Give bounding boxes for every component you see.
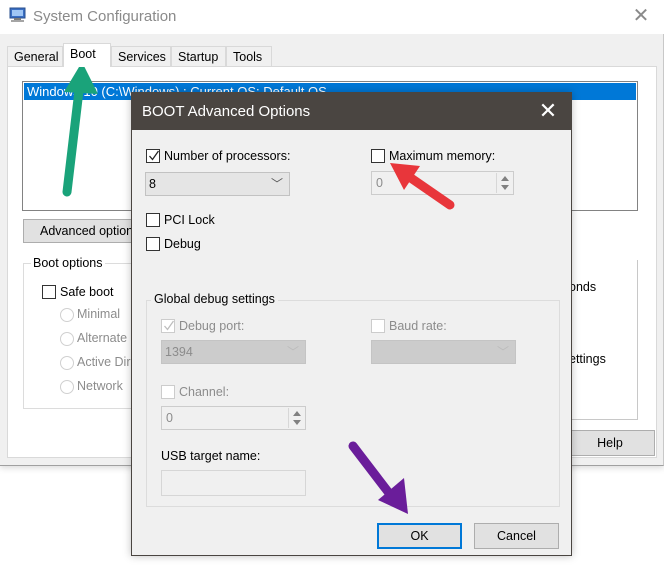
chevron-down-icon: ﹀ [496,345,509,359]
boot-options-legend: Boot options [31,256,105,270]
spin-down-icon[interactable] [293,420,301,425]
maximum-memory-value: 0 [376,176,383,190]
make-permanent-label: ettings [569,352,606,366]
number-of-processors-dropdown[interactable]: 8 ﹀ [145,172,290,196]
timeout-seconds-label: onds [569,280,597,294]
channel-spinbox[interactable]: 0 [161,406,306,430]
baud-rate-checkbox[interactable]: Baud rate: [371,318,447,333]
maximum-memory-label: Maximum memory: [389,148,496,163]
maximum-memory-spinbox[interactable]: 0 [371,171,514,195]
tab-startup[interactable]: Startup [171,46,226,66]
checkbox-box[interactable] [371,148,385,163]
checkmark-icon [149,150,159,161]
usb-target-name-label: USB target name: [161,449,261,463]
ok-button[interactable]: OK [377,523,462,549]
pci-lock-checkbox[interactable]: PCI Lock [146,212,215,227]
tab-services[interactable]: Services [111,46,171,66]
dialog-title: BOOT Advanced Options [142,103,311,120]
checkbox-box[interactable] [146,212,160,227]
radio-minimal[interactable]: Minimal [60,307,120,322]
baud-rate-dropdown[interactable]: ﹀ [371,340,516,364]
checkbox-box[interactable] [161,318,175,333]
checkmark-icon [164,320,174,331]
channel-checkbox[interactable]: Channel: [161,384,229,399]
window-close-button[interactable]: ✕ [626,4,656,28]
tab-general[interactable]: General [7,46,63,66]
radio-network[interactable]: Network [60,379,123,394]
debug-label: Debug [164,236,201,251]
help-button[interactable]: Help [565,430,655,456]
dialog-close-button[interactable]: ✕ [532,97,564,125]
number-of-processors-checkbox[interactable]: Number of processors: [146,148,290,163]
boot-advanced-options-dialog: BOOT Advanced Options ✕ Number of proces… [131,92,572,556]
dialog-titlebar: BOOT Advanced Options ✕ [132,93,571,130]
spin-up-icon[interactable] [293,411,301,416]
channel-value: 0 [166,411,173,425]
tab-tools[interactable]: Tools [226,46,272,66]
debug-port-value: 1394 [165,345,193,359]
spin-up-icon[interactable] [501,176,509,181]
close-icon: ✕ [632,5,650,27]
checkbox-box[interactable] [42,284,56,299]
pci-lock-label: PCI Lock [164,212,215,227]
global-debug-settings-legend: Global debug settings [151,292,278,306]
baud-rate-label: Baud rate: [389,318,447,333]
usb-target-name-input[interactable] [161,470,306,496]
number-of-processors-value: 8 [149,177,156,191]
spin-arrows[interactable] [496,173,512,193]
checkbox-box[interactable] [146,148,160,163]
debug-port-label: Debug port: [179,318,245,333]
window-title: System Configuration [33,8,177,25]
spin-arrows[interactable] [288,408,304,428]
channel-label: Channel: [179,384,230,399]
checkbox-box[interactable] [371,318,385,333]
safe-boot-label: Safe boot [60,284,114,299]
debug-port-dropdown[interactable]: 1394 ﹀ [161,340,306,364]
radio-circle-icon[interactable] [60,331,74,346]
chevron-down-icon: ﹀ [286,345,299,359]
cancel-button[interactable]: Cancel [474,523,559,549]
spin-down-icon[interactable] [501,185,509,190]
radio-circle-icon[interactable] [60,355,74,370]
window-titlebar: System Configuration ✕ [0,0,664,34]
checkbox-box[interactable] [161,384,175,399]
number-of-processors-label: Number of processors: [164,148,291,163]
debug-checkbox[interactable]: Debug [146,236,201,251]
tab-boot[interactable]: Boot [63,43,111,67]
advanced-options-button[interactable]: Advanced options... [23,219,143,243]
radio-circle-icon[interactable] [60,307,74,322]
radio-circle-icon[interactable] [60,379,74,394]
chevron-down-icon: ﹀ [270,177,283,191]
debug-port-checkbox[interactable]: Debug port: [161,318,244,333]
close-icon: ✕ [538,98,558,123]
checkbox-box[interactable] [146,236,160,251]
maximum-memory-checkbox[interactable]: Maximum memory: [371,148,495,163]
msconfig-computer-icon [9,7,26,22]
safe-boot-checkbox[interactable]: Safe boot [42,284,114,299]
